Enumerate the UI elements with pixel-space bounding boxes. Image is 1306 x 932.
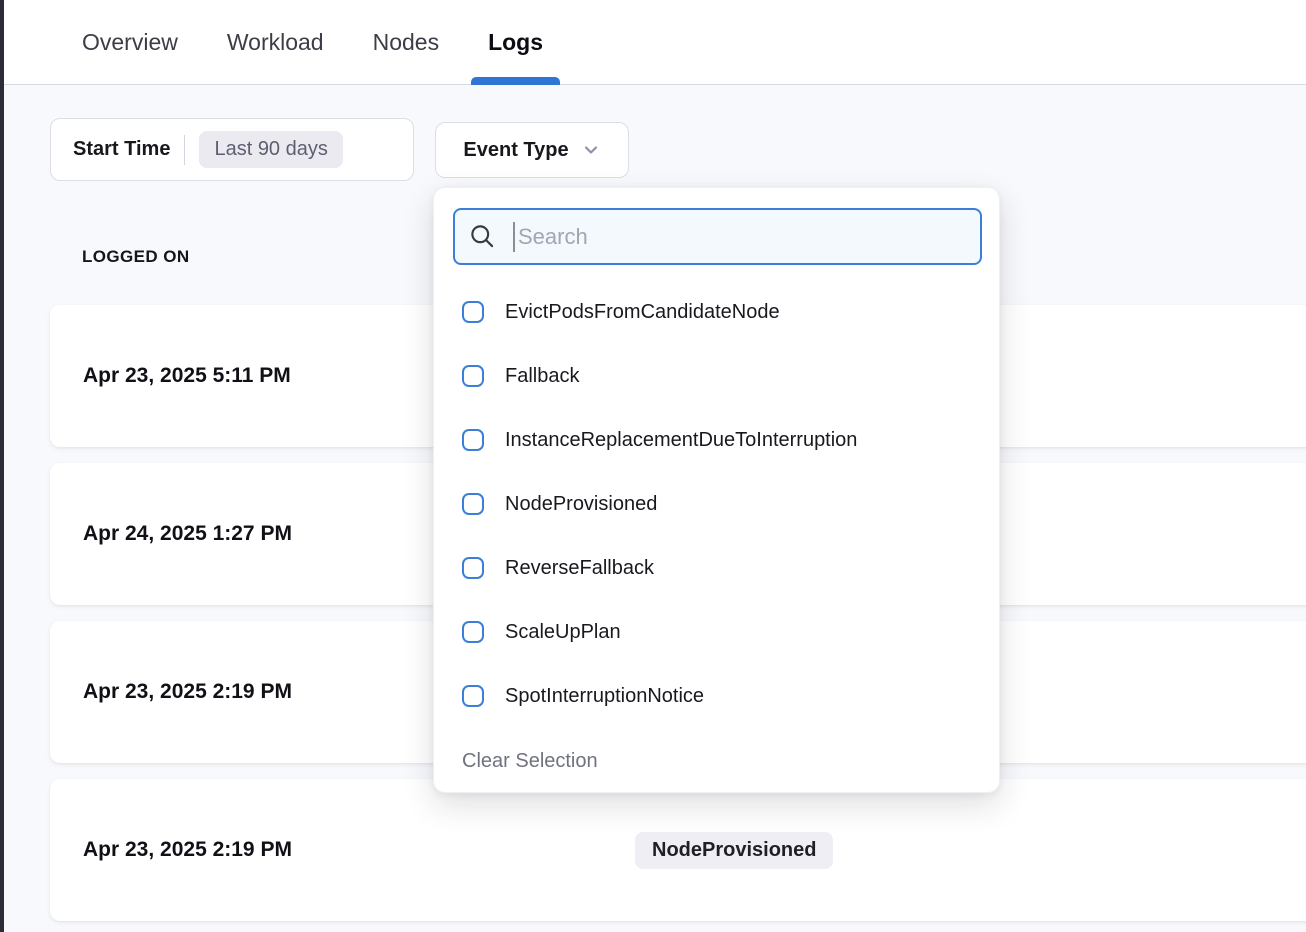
search-input[interactable]	[515, 224, 966, 250]
logged-on-value: Apr 24, 2025 1:27 PM	[83, 522, 292, 546]
checkbox-icon[interactable]	[462, 429, 484, 451]
tab-nodes[interactable]: Nodes	[373, 0, 439, 84]
logged-on-value: Apr 23, 2025 2:19 PM	[83, 838, 292, 862]
tab-workload-label: Workload	[227, 29, 324, 56]
option-label: ReverseFallback	[505, 557, 654, 580]
log-row[interactable]: Apr 23, 2025 2:19 PM NodeProvisioned	[50, 779, 1306, 921]
event-type-dropdown: EvictPodsFromCandidateNode Fallback Inst…	[433, 187, 1000, 793]
dropdown-option-scaleupplan[interactable]: ScaleUpPlan	[434, 600, 999, 664]
filter-divider	[184, 135, 185, 165]
checkbox-icon[interactable]	[462, 621, 484, 643]
option-label: Fallback	[505, 365, 579, 388]
logged-on-value: Apr 23, 2025 5:11 PM	[83, 364, 291, 388]
tab-overview-label: Overview	[82, 29, 178, 56]
clear-selection-button[interactable]: Clear Selection	[462, 750, 598, 773]
active-tab-indicator	[471, 77, 560, 85]
checkbox-icon[interactable]	[462, 685, 484, 707]
event-type-filter[interactable]: Event Type	[435, 122, 629, 178]
dropdown-option-reversefallback[interactable]: ReverseFallback	[434, 536, 999, 600]
tab-logs[interactable]: Logs	[488, 0, 543, 84]
chevron-down-icon	[581, 140, 601, 160]
tab-overview[interactable]: Overview	[82, 0, 178, 84]
column-header-logged-on: LOGGED ON	[82, 247, 190, 267]
event-type-option-list: EvictPodsFromCandidateNode Fallback Inst…	[434, 280, 999, 728]
event-type-badge: NodeProvisioned	[635, 832, 833, 869]
logs-page-content: Start Time Last 90 days Event Type LOGGE…	[0, 85, 1306, 932]
tab-workload[interactable]: Workload	[227, 0, 324, 84]
app-left-edge	[0, 0, 4, 932]
tab-bar: Overview Workload Nodes Logs	[0, 0, 1306, 85]
dropdown-option-evictpodsfromcandidatenode[interactable]: EvictPodsFromCandidateNode	[434, 280, 999, 344]
dropdown-option-nodeprovisioned[interactable]: NodeProvisioned	[434, 472, 999, 536]
tab-logs-label: Logs	[488, 29, 543, 56]
checkbox-icon[interactable]	[462, 365, 484, 387]
start-time-filter[interactable]: Start Time Last 90 days	[50, 118, 414, 181]
option-label: SpotInterruptionNotice	[505, 685, 704, 708]
search-icon	[469, 223, 496, 250]
option-label: ScaleUpPlan	[505, 621, 621, 644]
event-type-label: Event Type	[463, 139, 568, 162]
start-time-label: Start Time	[73, 138, 170, 161]
tab-nodes-label: Nodes	[373, 29, 439, 56]
option-label: EvictPodsFromCandidateNode	[505, 301, 780, 324]
dropdown-option-instancereplacementduetointerruption[interactable]: InstanceReplacementDueToInterruption	[434, 408, 999, 472]
dropdown-option-fallback[interactable]: Fallback	[434, 344, 999, 408]
dropdown-option-spotinterruptionnotice[interactable]: SpotInterruptionNotice	[434, 664, 999, 728]
option-label: NodeProvisioned	[505, 493, 657, 516]
checkbox-icon[interactable]	[462, 493, 484, 515]
checkbox-icon[interactable]	[462, 557, 484, 579]
dropdown-search-box[interactable]	[453, 208, 982, 265]
checkbox-icon[interactable]	[462, 301, 484, 323]
option-label: InstanceReplacementDueToInterruption	[505, 429, 857, 452]
logged-on-value: Apr 23, 2025 2:19 PM	[83, 680, 292, 704]
start-time-value-pill: Last 90 days	[199, 131, 342, 168]
